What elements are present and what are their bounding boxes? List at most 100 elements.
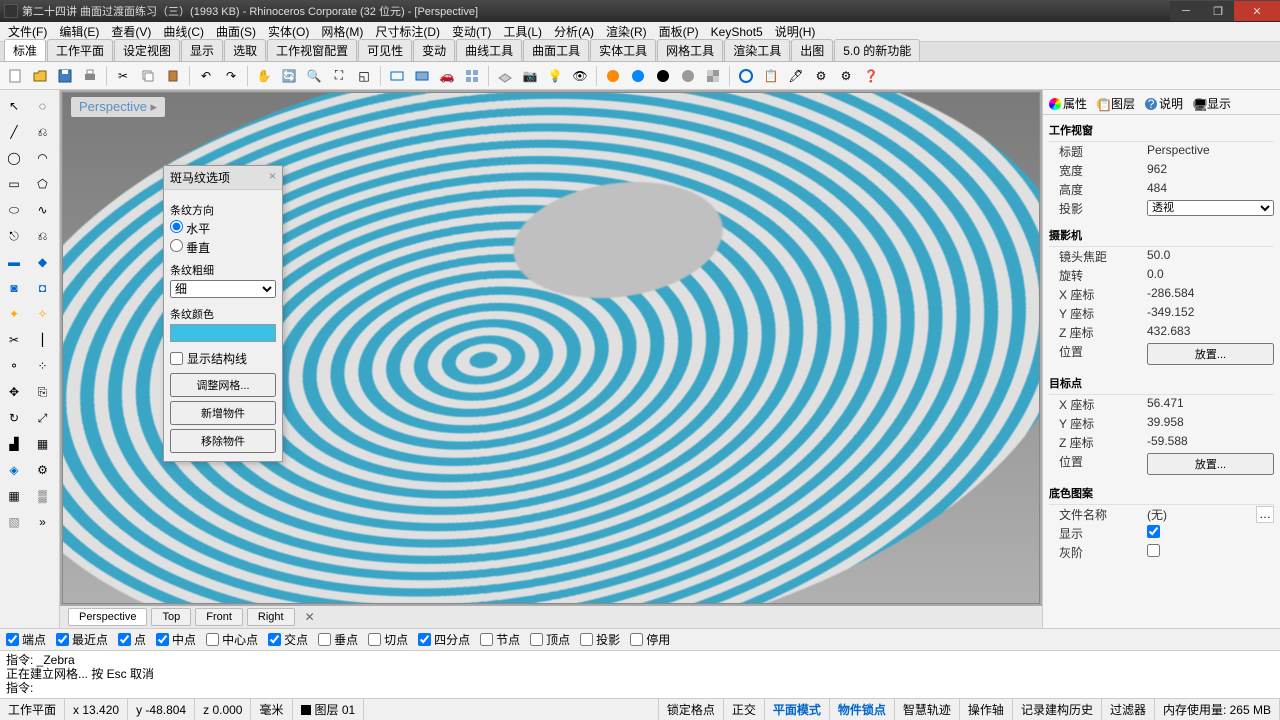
cplane-icon[interactable]: [494, 65, 516, 87]
surface-icon[interactable]: ▬: [2, 250, 26, 274]
curve-tools-icon[interactable]: ⎋: [2, 224, 26, 248]
text-icon[interactable]: ⎌: [31, 224, 55, 248]
trim-icon[interactable]: ✂: [2, 328, 26, 352]
points-icon[interactable]: ⁘: [31, 354, 55, 378]
prop-projection-select[interactable]: 透视: [1147, 200, 1274, 216]
overflow-icon[interactable]: »: [31, 510, 55, 534]
rotate-view-icon[interactable]: 🔄: [278, 65, 300, 87]
maximize-button[interactable]: ❐: [1202, 1, 1234, 21]
viewport-tab-front[interactable]: Front: [195, 608, 243, 626]
osnap-knot[interactable]: 节点: [480, 631, 520, 648]
zebra-dialog-close-icon[interactable]: ×: [269, 169, 276, 186]
status-filter[interactable]: 过滤器: [1102, 699, 1155, 720]
status-gridsnap[interactable]: 锁定格点: [659, 699, 724, 720]
viewport-tab-right[interactable]: Right: [247, 608, 295, 626]
circle-icon[interactable]: ◯: [2, 146, 26, 170]
osnap-project[interactable]: 投影: [580, 631, 620, 648]
tab-cplane[interactable]: 工作平面: [47, 39, 113, 61]
status-osnap[interactable]: 物件锁点: [830, 699, 895, 720]
adjust-mesh-button[interactable]: 调整网格...: [170, 373, 276, 397]
layers-icon[interactable]: 💡: [544, 65, 566, 87]
status-units[interactable]: 毫米: [251, 699, 292, 720]
tab-surfacetools[interactable]: 曲面工具: [523, 39, 589, 61]
prop-cam-z-value[interactable]: 432.683: [1147, 324, 1274, 341]
options-icon[interactable]: ⚙: [810, 65, 832, 87]
tab-v5new[interactable]: 5.0 的新功能: [834, 39, 920, 61]
transform-icon[interactable]: ◈: [2, 458, 26, 482]
osnap-cen[interactable]: 中心点: [206, 631, 258, 648]
perspective-viewport[interactable]: Perspective 斑马纹选项 × 条纹方向 水平 垂直 条纹粗细 细 条纹…: [62, 92, 1040, 604]
prop-tgt-y-value[interactable]: 39.958: [1147, 415, 1274, 432]
tab-rendertools[interactable]: 渲染工具: [724, 39, 790, 61]
stripe-horizontal-radio[interactable]: 水平: [170, 220, 276, 237]
mesh-icon[interactable]: ▧: [2, 510, 26, 534]
pointedit-icon[interactable]: ⚬: [2, 354, 26, 378]
osnap-disable[interactable]: 停用: [630, 631, 670, 648]
mirror-icon[interactable]: ▟: [2, 432, 26, 456]
osnap-end[interactable]: 端点: [6, 631, 46, 648]
zoom-selected-icon[interactable]: ◱: [353, 65, 375, 87]
prop-cam-x-value[interactable]: -286.584: [1147, 286, 1274, 303]
prop-tgt-x-value[interactable]: 56.471: [1147, 396, 1274, 413]
material-icon[interactable]: [652, 65, 674, 87]
zoom-icon[interactable]: 🔍: [303, 65, 325, 87]
status-layer[interactable]: 图层 01: [293, 699, 365, 720]
pan-icon[interactable]: ✋: [253, 65, 275, 87]
prop-lens-value[interactable]: 50.0: [1147, 248, 1274, 265]
four-view-icon[interactable]: [461, 65, 483, 87]
surface-edit-icon[interactable]: ◆: [31, 250, 55, 274]
menu-keyshot[interactable]: KeyShot5: [707, 24, 767, 40]
prop-tgt-z-value[interactable]: -59.588: [1147, 434, 1274, 451]
command-input[interactable]: [33, 681, 1274, 695]
tab-setview[interactable]: 设定视图: [114, 39, 180, 61]
hatch-icon[interactable]: ▒: [31, 484, 55, 508]
stripe-color-swatch[interactable]: [170, 324, 276, 342]
show-isocurves-checkbox[interactable]: 显示结构线: [170, 350, 276, 367]
stripe-vertical-radio[interactable]: 垂直: [170, 239, 276, 256]
panel-tab-display[interactable]: 🖥显示: [1191, 93, 1233, 114]
save-icon[interactable]: [54, 65, 76, 87]
tab-solidtools[interactable]: 实体工具: [590, 39, 656, 61]
pen-icon[interactable]: 🖊: [785, 65, 807, 87]
close-button[interactable]: ✕: [1234, 1, 1280, 21]
scale-icon[interactable]: ⤢: [31, 406, 55, 430]
osnap-near[interactable]: 最近点: [56, 631, 108, 648]
texture-icon[interactable]: [702, 65, 724, 87]
lasso-icon[interactable]: ◌: [31, 94, 55, 118]
panel-tab-layers[interactable]: 📋图层: [1095, 93, 1137, 114]
show-icon[interactable]: 👁: [569, 65, 591, 87]
add-object-button[interactable]: 新增物件: [170, 401, 276, 425]
shaded-icon[interactable]: [411, 65, 433, 87]
tab-viewport[interactable]: 工作视窗配置: [267, 39, 357, 61]
wireframe-icon[interactable]: [386, 65, 408, 87]
dimension-icon[interactable]: ▦: [2, 484, 26, 508]
tab-transform[interactable]: 变动: [413, 39, 455, 61]
osnap-perp[interactable]: 垂点: [318, 631, 358, 648]
tab-standard[interactable]: 标准: [4, 39, 46, 61]
join-icon[interactable]: ✧: [31, 302, 55, 326]
paste-icon[interactable]: [162, 65, 184, 87]
pointer-icon[interactable]: ↖: [2, 94, 26, 118]
prop-wp-gray-checkbox[interactable]: [1147, 544, 1160, 557]
osnap-vertex[interactable]: 顶点: [530, 631, 570, 648]
tab-display[interactable]: 显示: [181, 39, 223, 61]
layers-panel-icon[interactable]: 📋: [760, 65, 782, 87]
cut-icon[interactable]: ✂: [112, 65, 134, 87]
move-icon[interactable]: ✥: [2, 380, 26, 404]
remove-object-button[interactable]: 移除物件: [170, 429, 276, 453]
ellipse-icon[interactable]: ⬭: [2, 198, 26, 222]
viewport-tab-top[interactable]: Top: [151, 608, 191, 626]
tab-meshtools[interactable]: 网格工具: [657, 39, 723, 61]
prop-cam-place-button[interactable]: 放置...: [1147, 343, 1274, 365]
polygon-icon[interactable]: ⬠: [31, 172, 55, 196]
prop-title-value[interactable]: Perspective: [1147, 143, 1274, 160]
tools-icon[interactable]: ⚙: [31, 458, 55, 482]
line-icon[interactable]: ╱: [2, 120, 26, 144]
print-icon[interactable]: [79, 65, 101, 87]
zebra-dialog-titlebar[interactable]: 斑马纹选项 ×: [164, 166, 282, 190]
polyline-icon[interactable]: ⎌: [31, 120, 55, 144]
osnap-int[interactable]: 交点: [268, 631, 308, 648]
prop-rotation-value[interactable]: 0.0: [1147, 267, 1274, 284]
render-preview-icon[interactable]: [627, 65, 649, 87]
viewport-label[interactable]: Perspective: [71, 97, 165, 117]
